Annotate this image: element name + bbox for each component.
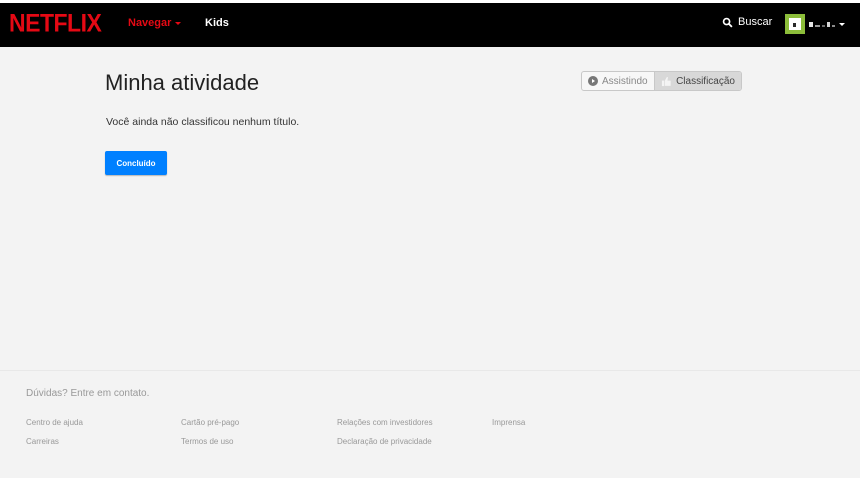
footer-divider [0, 370, 860, 371]
chevron-down-icon [839, 22, 845, 26]
profile-name-redacted [809, 21, 835, 27]
tab-ratings[interactable]: Classificação [654, 72, 741, 90]
footer-contact-link[interactable]: Dúvidas? Entre em contato. [26, 388, 149, 399]
footer-link-investor-relations[interactable]: Relações com investidores [337, 418, 433, 427]
top-navigation-bar: NETFLIX Navegar Kids Buscar [0, 0, 860, 47]
activity-view-toggle: Assistindo Classificação [581, 71, 742, 91]
search-button[interactable]: Buscar [722, 16, 772, 28]
nav-kids-link[interactable]: Kids [205, 17, 229, 29]
footer-link-terms-of-use[interactable]: Termos de uso [181, 437, 233, 446]
footer-link-careers[interactable]: Carreiras [26, 437, 59, 446]
netflix-page: NETFLIX Navegar Kids Buscar Minha ativid… [0, 0, 860, 478]
done-button[interactable]: Concluído [105, 151, 167, 175]
netflix-logo[interactable]: NETFLIX [9, 9, 102, 38]
footer-link-help-center[interactable]: Centro de ajuda [26, 418, 83, 427]
footer-link-privacy-statement[interactable]: Declaração de privacidade [337, 437, 432, 446]
chevron-down-icon [175, 22, 182, 25]
tab-ratings-label: Classificação [676, 75, 735, 87]
top-rule [0, 0, 860, 3]
thumbs-up-icon [661, 76, 671, 86]
tab-watching-label: Assistindo [602, 75, 648, 87]
profile-menu[interactable] [785, 14, 845, 34]
search-label: Buscar [738, 16, 773, 28]
nav-browse-menu[interactable]: Navegar [128, 17, 182, 29]
avatar [785, 14, 805, 34]
search-icon [722, 17, 733, 28]
tab-watching[interactable]: Assistindo [582, 72, 654, 90]
page-title: Minha atividade [105, 70, 260, 95]
footer-link-gift-cards[interactable]: Cartão pré-pago [181, 418, 239, 427]
footer-link-press[interactable]: Imprensa [492, 418, 525, 427]
empty-ratings-message: Você ainda não classificou nenhum título… [106, 116, 300, 128]
play-icon [588, 76, 598, 86]
nav-browse-label: Navegar [128, 17, 172, 29]
